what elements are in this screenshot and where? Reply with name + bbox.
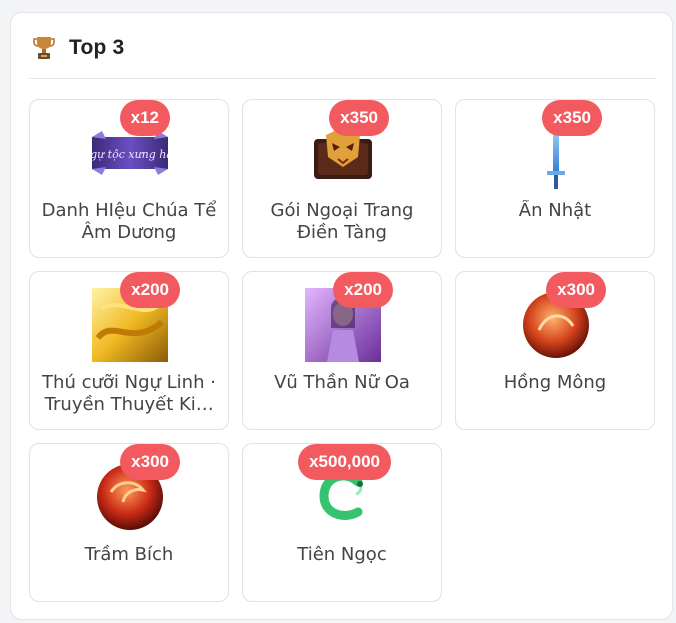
item-name: Vũ Thần Nữ Oa: [274, 372, 410, 393]
reward-card[interactable]: x200 Thú cưỡi Ngự Linh · Truyền Thuyết K…: [29, 271, 229, 430]
reward-card[interactable]: x300 Hồng Mông: [455, 271, 655, 430]
reward-card[interactable]: x350 Ẩn Nhật: [455, 99, 655, 258]
panel-header: Top 3: [33, 35, 124, 61]
panel-title: Top 3: [69, 36, 125, 59]
item-name: Trầm Bích: [84, 544, 174, 565]
quantity-badge: x300: [120, 444, 180, 480]
quantity-badge: x200: [333, 272, 393, 308]
quantity-badge: x200: [120, 272, 180, 308]
item-name: Tiên Ngọc: [297, 544, 387, 565]
quantity-badge: x300: [546, 272, 606, 308]
reward-card[interactable]: x200 Vũ Thần Nữ Oa: [242, 271, 442, 430]
item-name: Hồng Mông: [503, 372, 607, 393]
quantity-badge: x500,000: [298, 444, 391, 480]
item-name: Thú cưỡi Ngự Linh · Truyền Thuyết Kim Lo…: [42, 372, 216, 415]
quantity-badge: x12: [119, 100, 170, 136]
trophy-icon: [33, 37, 55, 59]
reward-card[interactable]: Ngự tộc xưng hào x12 Danh HIệu Chúa Tể Â…: [29, 99, 229, 258]
reward-card[interactable]: x300 Trầm Bích: [29, 443, 229, 602]
item-name: Danh HIệu Chúa Tể Âm Dương: [41, 200, 217, 243]
reward-card[interactable]: x350 Gói Ngoại Trang Điền Tàng: [242, 99, 442, 258]
quantity-badge: x350: [329, 100, 389, 136]
banner-text: Ngự tộc xưng hào: [92, 148, 168, 161]
header-divider: [29, 78, 656, 79]
top-rewards-panel: Top 3 Ngự tộc xưng hào: [10, 12, 673, 620]
quantity-badge: x350: [542, 100, 602, 136]
item-name: Gói Ngoại Trang Điền Tàng: [270, 200, 414, 243]
reward-card[interactable]: x500,000 Tiên Ngọc: [242, 443, 442, 602]
item-name: Ẩn Nhật: [518, 200, 592, 221]
